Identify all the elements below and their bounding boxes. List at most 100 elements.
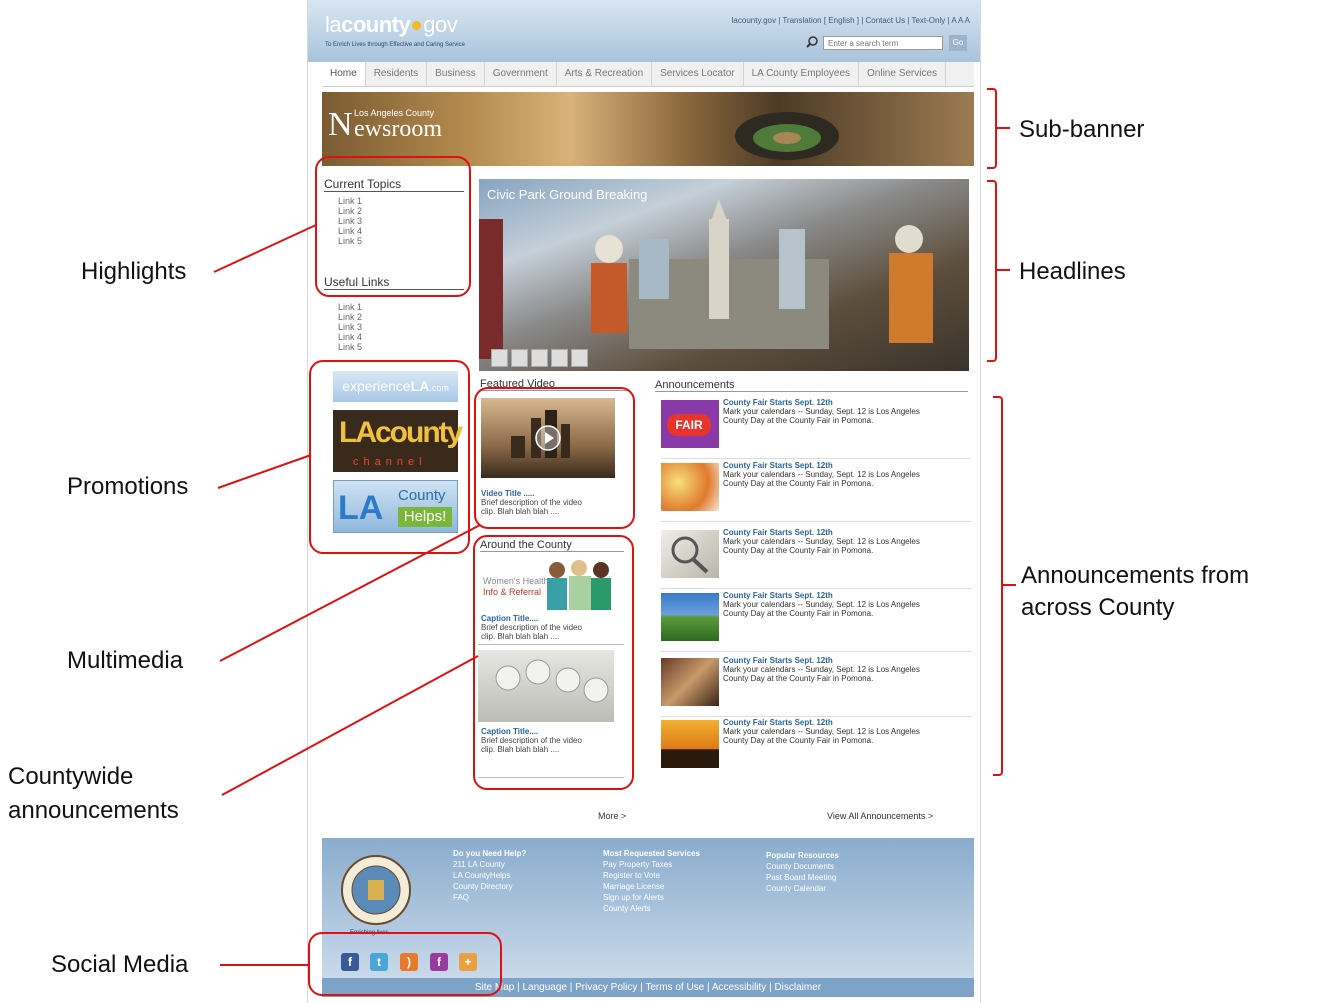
announcement-desc-line: County Day at the County Fair in Pomona. — [723, 736, 874, 745]
slide-dot[interactable] — [511, 349, 528, 367]
tab-online-services[interactable]: Online Services — [859, 62, 947, 86]
search-icon — [806, 36, 818, 48]
footer-link[interactable]: LA CountyHelps — [453, 870, 526, 881]
headline-slideshow[interactable]: Civic Park Ground Breaking — [479, 179, 969, 371]
announcement-item[interactable]: FAIR County Fair Starts Sept. 12th Mark … — [661, 398, 971, 459]
promotions-outline — [309, 360, 470, 554]
footer-col-resources: Popular Resources County Documents Past … — [766, 850, 839, 894]
stadium-image — [735, 112, 839, 160]
announcement-item[interactable]: County Fair Starts Sept. 12th Mark your … — [661, 528, 971, 589]
footer-link[interactable]: County Calendar — [766, 883, 839, 894]
slide-dot[interactable] — [551, 349, 568, 367]
footer-link[interactable]: Register to Vote — [603, 870, 700, 881]
announcement-desc: Mark your calendars -- Sunday, Sept. 12 … — [723, 600, 963, 618]
footer-link[interactable]: Marriage License — [603, 881, 700, 892]
label-headlines: Headlines — [1019, 258, 1126, 285]
highlights-outline — [315, 156, 471, 297]
label-announcements: Announcements from across County — [1021, 560, 1249, 624]
view-all-announcements-link[interactable]: View All Announcements > — [827, 811, 933, 821]
tab-home[interactable]: Home — [322, 62, 366, 86]
footer-link[interactable]: Sign up for Alerts — [603, 892, 700, 903]
slide-dot[interactable] — [491, 349, 508, 367]
grass-thumbnail — [661, 593, 719, 641]
footer-link[interactable]: 211 LA County — [453, 859, 526, 870]
announcement-title[interactable]: County Fair Starts Sept. 12th — [723, 718, 833, 727]
subbanner-title: ewsroom — [354, 116, 442, 142]
slide-dot[interactable] — [531, 349, 548, 367]
announcement-desc-line: County Day at the County Fair in Pomona. — [723, 416, 874, 425]
announcement-desc-line: Mark your calendars -- Sunday, Sept. 12 … — [723, 600, 920, 609]
announcement-title[interactable]: County Fair Starts Sept. 12th — [723, 528, 833, 537]
magnifier-icon — [671, 536, 709, 574]
logo-part-la: la — [325, 12, 342, 37]
footer-link[interactable]: Pay Property Taxes — [603, 859, 700, 870]
footer-heading: Do you Need Help? — [453, 849, 527, 858]
tab-la-county-employees[interactable]: LA County Employees — [744, 62, 860, 86]
headline-title[interactable]: Civic Park Ground Breaking — [487, 187, 647, 202]
label-highlights: Highlights — [81, 258, 187, 285]
useful-link[interactable]: Link 5 — [338, 342, 464, 352]
tab-arts-recreation[interactable]: Arts & Recreation — [557, 62, 653, 86]
footer-link[interactable]: Past Board Meeting — [766, 872, 839, 883]
label-line: Countywide — [8, 763, 134, 790]
site-logo[interactable]: lacounty gov — [325, 12, 458, 38]
logo-dot-icon — [412, 21, 422, 30]
search-go-button[interactable]: Go — [949, 35, 967, 51]
footer-link[interactable]: County Directory — [453, 881, 526, 892]
useful-link[interactable]: Link 1 — [338, 302, 464, 312]
social-media-outline — [308, 932, 502, 996]
announcement-desc: Mark your calendars -- Sunday, Sept. 12 … — [723, 470, 963, 488]
label-subbanner: Sub-banner — [1019, 116, 1145, 143]
announcement-title[interactable]: County Fair Starts Sept. 12th — [723, 398, 833, 407]
announcement-title[interactable]: County Fair Starts Sept. 12th — [723, 591, 833, 600]
useful-link[interactable]: Link 2 — [338, 312, 464, 322]
footer-link[interactable]: County Documents — [766, 861, 839, 872]
tab-government[interactable]: Government — [485, 62, 557, 86]
footer-col-help: Do you Need Help? 211 LA County LA Count… — [453, 848, 526, 903]
slideshow-pager — [491, 349, 588, 367]
footer-heading: Most Requested Services — [603, 849, 700, 858]
announcement-item[interactable]: County Fair Starts Sept. 12th Mark your … — [661, 591, 971, 652]
more-link[interactable]: More > — [598, 811, 626, 821]
site-header: lacounty gov To Enrich Lives through Effe… — [308, 0, 980, 62]
footer-link[interactable]: FAQ — [453, 892, 526, 903]
county-seal-icon — [341, 855, 411, 925]
fair-badge: FAIR — [667, 414, 711, 436]
announcement-desc-line: Mark your calendars -- Sunday, Sept. 12 … — [723, 727, 920, 736]
tagline: To Enrich Lives through Effective and Ca… — [325, 42, 465, 48]
footer-link[interactable]: County Alerts — [603, 903, 700, 914]
announcement-desc: Mark your calendars -- Sunday, Sept. 12 … — [723, 665, 963, 683]
sun-thermometer-thumbnail — [661, 463, 719, 511]
people-thumbnail — [661, 658, 719, 706]
announcement-desc-line: County Day at the County Fair in Pomona. — [723, 479, 874, 488]
announcement-item[interactable]: County Fair Starts Sept. 12th Mark your … — [661, 461, 971, 522]
useful-link[interactable]: Link 4 — [338, 332, 464, 342]
announcement-item[interactable]: County Fair Starts Sept. 12th Mark your … — [661, 718, 971, 778]
announcement-desc-line: County Day at the County Fair in Pomona. — [723, 674, 874, 683]
announcement-desc: Mark your calendars -- Sunday, Sept. 12 … — [723, 407, 963, 425]
announcement-title[interactable]: County Fair Starts Sept. 12th — [723, 656, 833, 665]
search-input[interactable] — [823, 36, 943, 50]
label-line: Announcements from — [1021, 562, 1250, 589]
announcement-desc: Mark your calendars -- Sunday, Sept. 12 … — [723, 727, 963, 745]
tab-services-locator[interactable]: Services Locator — [652, 62, 744, 86]
lifeguard-tower-thumbnail — [661, 720, 719, 768]
logo-part-gov: gov — [423, 12, 458, 37]
utility-links[interactable]: lacounty.gov | Translation [ English ] |… — [732, 16, 970, 25]
announcement-desc-line: Mark your calendars -- Sunday, Sept. 12 … — [723, 470, 920, 479]
label-promotions: Promotions — [67, 473, 189, 500]
sub-banner: Los Angeles County N ewsroom — [322, 92, 974, 166]
announcement-title[interactable]: County Fair Starts Sept. 12th — [723, 461, 833, 470]
announcement-desc-line: Mark your calendars -- Sunday, Sept. 12 … — [723, 665, 920, 674]
tab-business[interactable]: Business — [427, 62, 485, 86]
useful-link[interactable]: Link 3 — [338, 322, 464, 332]
announcement-desc-line: Mark your calendars -- Sunday, Sept. 12 … — [723, 537, 920, 546]
announcement-item[interactable]: County Fair Starts Sept. 12th Mark your … — [661, 656, 971, 717]
announcements-heading: Announcements — [655, 379, 968, 392]
label-countywide: Countywide announcements — [8, 760, 179, 828]
slide-dot[interactable] — [571, 349, 588, 367]
tab-residents[interactable]: Residents — [366, 62, 428, 86]
multimedia-outline — [474, 387, 635, 529]
announcement-desc: Mark your calendars -- Sunday, Sept. 12 … — [723, 537, 963, 555]
announcement-desc-line: County Day at the County Fair in Pomona. — [723, 546, 874, 555]
